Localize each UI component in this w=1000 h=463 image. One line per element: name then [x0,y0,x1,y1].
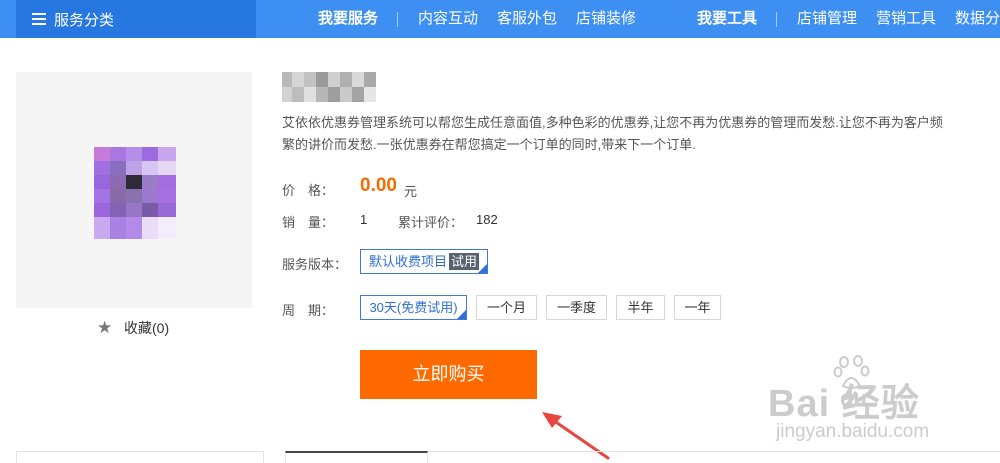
buy-now-button[interactable]: 立即购买 [360,350,537,399]
product-thumbnail-pixelated [94,147,176,239]
top-nav-bar: 服务分类 我要服务 内容互动 客服外包 店铺装修 我要工具 店铺管理 营销工具 … [0,0,1000,38]
period-option-one-year[interactable]: 一年 [674,295,721,320]
version-option-default[interactable]: 默认收费项目 试用 [360,249,488,274]
product-description: 艾依依优惠券管理系统可以帮您生成任意面值,多种色彩的优惠券,让您不再为优惠券的管… [282,115,943,152]
favorite-button[interactable]: ★ 收藏(0) [97,318,169,338]
nav-group-tools[interactable]: 我要工具 [697,0,757,38]
price-unit: 元 [404,184,418,199]
product-title-blurred [282,72,376,102]
watermark-du-text: du [840,386,867,411]
sales-label: 销 量： [282,215,335,230]
category-menu-label: 服务分类 [54,11,115,29]
nav-link-store-management[interactable]: 店铺管理 [797,0,857,38]
bottom-sidebar-panel [16,451,264,463]
nav-link-customer-service-outsourcing[interactable]: 客服外包 [497,0,557,38]
period-option-one-quarter[interactable]: 一季度 [546,295,607,320]
period-option-half-year[interactable]: 半年 [616,295,665,320]
baidu-watermark-url: jingyan.baidu.com [776,421,930,442]
favorite-count-label: 收藏(0) [124,320,170,336]
trial-tag: 试用 [449,253,480,270]
service-version-label: 服务版本： [282,257,348,272]
star-icon: ★ [97,318,113,337]
period-label: 周 期： [282,303,335,318]
bottom-tab-divider [428,451,1000,452]
nav-divider [776,12,777,27]
annotation-arrow-icon [542,412,610,460]
reviews-label: 累计评价： [398,215,464,230]
reviews-value[interactable]: 182 [476,212,498,227]
version-option-label: 默认收费项目 [368,254,447,269]
sales-value: 1 [360,212,368,227]
nav-divider [397,12,398,27]
product-image[interactable] [16,72,252,308]
period-option-30-day-trial[interactable]: 30天(免费试用) [360,295,467,320]
period-option-one-month[interactable]: 一个月 [476,295,537,320]
bottom-active-tab[interactable] [285,451,428,463]
category-menu-button[interactable]: 服务分类 [16,0,256,38]
nav-link-marketing-tools[interactable]: 营销工具 [876,0,936,38]
price-label: 价 格： [282,183,335,198]
nav-link-store-decoration[interactable]: 店铺装修 [576,0,636,38]
price-value: 0.00 [360,175,397,196]
nav-link-content-interaction[interactable]: 内容互动 [418,0,478,38]
nav-group-services[interactable]: 我要服务 [318,0,378,38]
list-menu-icon [32,13,46,25]
nav-link-data-analysis[interactable]: 数据分 [955,0,1000,38]
